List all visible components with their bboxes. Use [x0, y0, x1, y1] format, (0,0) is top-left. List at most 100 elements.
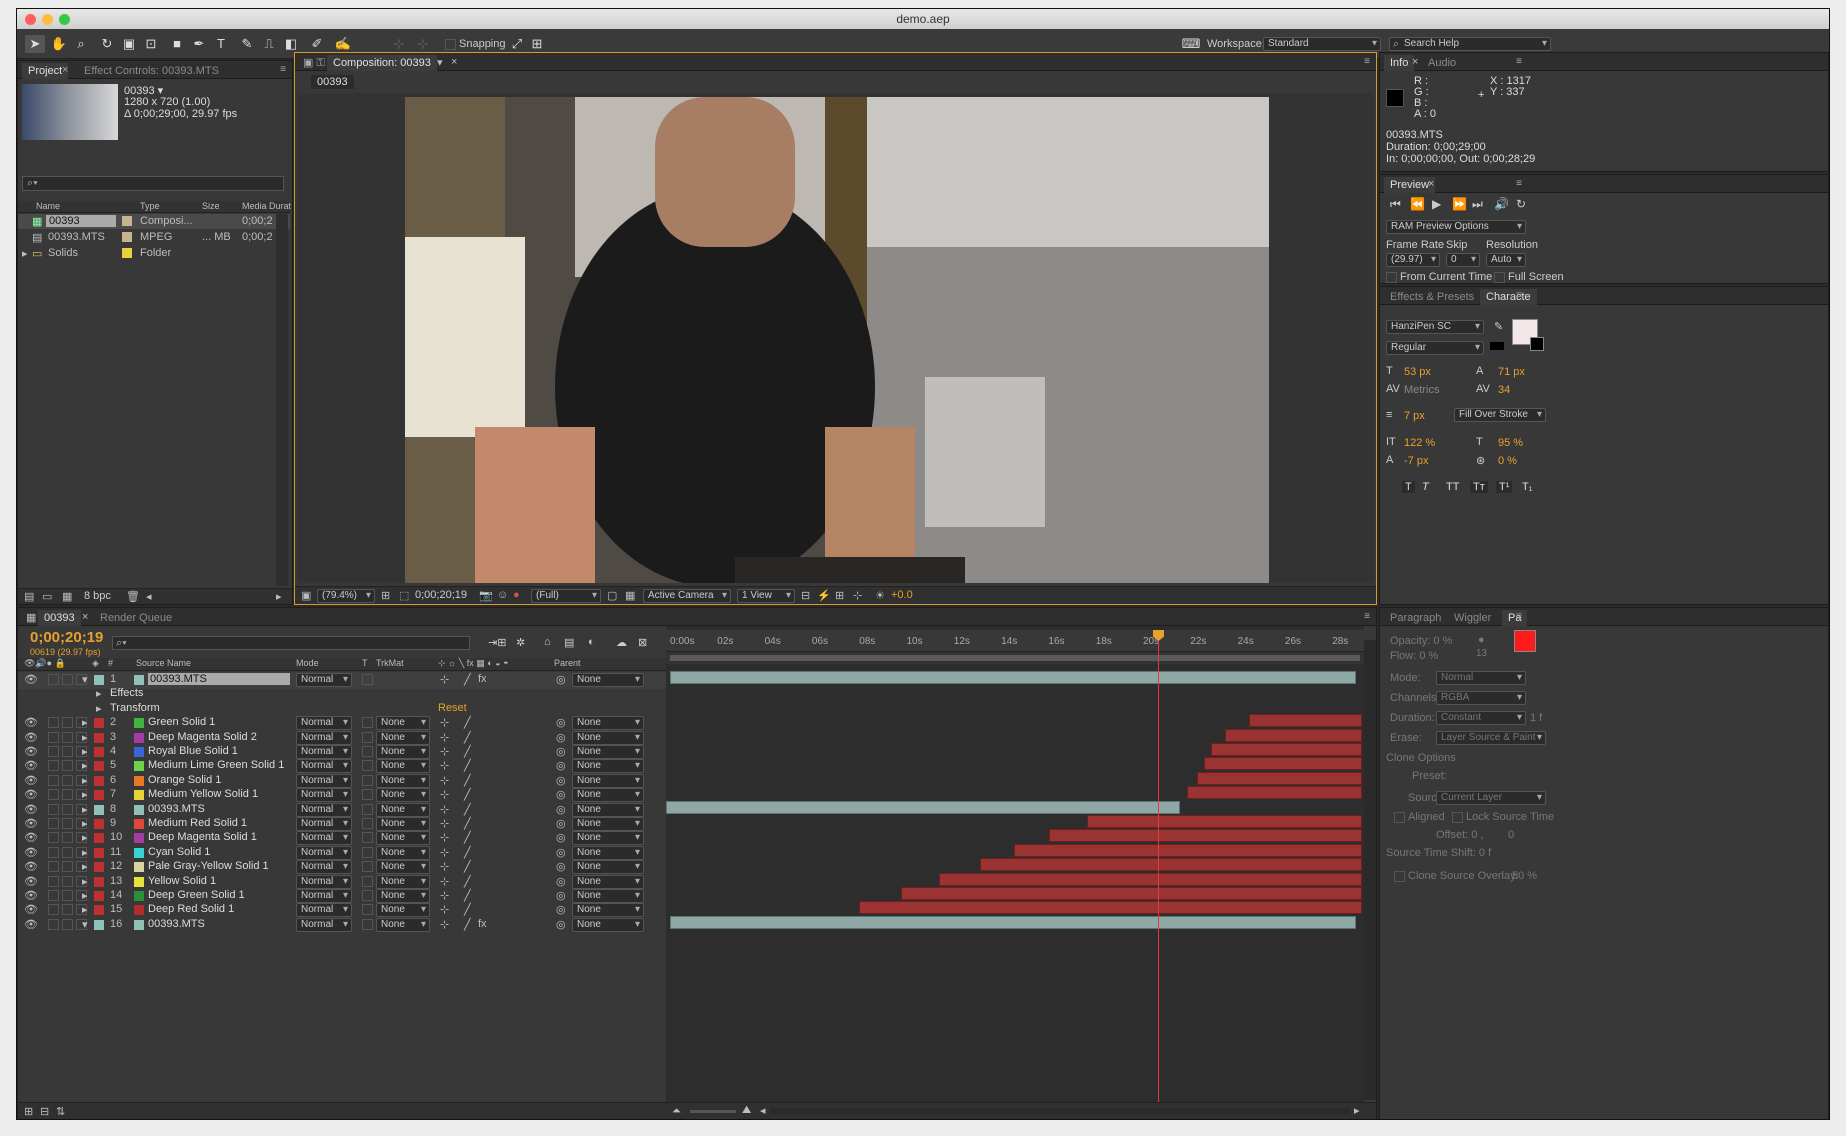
solo-toggle[interactable]: [62, 818, 73, 829]
visibility-eye-icon[interactable]: 👁: [24, 731, 38, 744]
solo-toggle[interactable]: [62, 746, 73, 757]
column-mode[interactable]: Mode: [296, 658, 319, 668]
local-axis-icon[interactable]: ⊹: [389, 35, 409, 53]
foreground-color-swatch[interactable]: [1514, 630, 1536, 652]
world-axis-icon[interactable]: ⊹: [413, 35, 433, 53]
visibility-eye-icon[interactable]: 👁: [24, 918, 38, 931]
transfer-controls-toggle-icon[interactable]: ⊟: [40, 1105, 49, 1118]
disclosure-triangle-icon[interactable]: ▸: [82, 903, 88, 916]
disclosure-triangle-icon[interactable]: ▸: [96, 687, 102, 700]
shy-switch-icon[interactable]: ⊹: [440, 889, 449, 902]
solo-toggle[interactable]: [62, 803, 73, 815]
solo-toggle[interactable]: [62, 918, 73, 930]
snapshot-icon[interactable]: 📷: [479, 589, 493, 602]
previous-frame-icon[interactable]: ⏪: [1410, 197, 1425, 211]
close-tab-icon[interactable]: ×: [1428, 178, 1434, 190]
roto-brush-tool-icon[interactable]: ✐: [307, 35, 327, 53]
draft-3d-icon[interactable]: ✲: [516, 636, 525, 649]
audio-toggle[interactable]: [48, 717, 59, 729]
comp-mini-flowchart-icon[interactable]: ⇥⊞: [488, 636, 506, 649]
trash-icon[interactable]: 🗑: [126, 590, 140, 603]
parent-pickwhip-icon[interactable]: ◎: [556, 745, 566, 758]
audio-toggle[interactable]: [48, 890, 59, 901]
layer-name[interactable]: Deep Magenta Solid 1: [148, 831, 257, 843]
preserve-transparency-toggle[interactable]: [362, 774, 373, 786]
blend-mode-select[interactable]: Normal: [296, 673, 352, 687]
timeline-icon[interactable]: ⊞: [835, 589, 844, 602]
in-out-toggle-icon[interactable]: ⇅: [56, 1105, 65, 1118]
disclosure-triangle-icon[interactable]: ▸: [82, 759, 88, 772]
disclosure-triangle-icon[interactable]: ▸: [82, 889, 88, 902]
parent-select[interactable]: None: [572, 759, 644, 774]
quality-switch-icon[interactable]: ╱: [464, 774, 471, 787]
label-color-swatch[interactable]: [94, 718, 104, 729]
scroll-left-icon[interactable]: ◂: [146, 590, 152, 603]
tab-wiggler[interactable]: Wiggler: [1448, 610, 1497, 626]
shy-switch-icon[interactable]: ⊹: [440, 745, 449, 758]
parent-select[interactable]: None: [572, 845, 644, 860]
layer-name[interactable]: Medium Red Solid 1: [148, 817, 247, 829]
duration-frames[interactable]: 1 f: [1530, 712, 1542, 724]
layer-name[interactable]: 00393.MTS: [148, 918, 205, 930]
full-screen-checkbox[interactable]: [1494, 272, 1505, 283]
visibility-eye-icon[interactable]: 👁: [24, 831, 38, 844]
panel-menu-icon[interactable]: ≡: [1516, 290, 1522, 301]
layer-duration-bar[interactable]: [670, 671, 1356, 684]
blend-mode-select[interactable]: Normal: [296, 860, 352, 875]
new-composition-icon[interactable]: ▦: [62, 590, 72, 603]
stroke-color-swatch[interactable]: [1530, 337, 1544, 351]
layer-duration-bar[interactable]: [1249, 714, 1362, 728]
blend-mode-select[interactable]: Normal: [296, 773, 352, 788]
horizontal-scale-value[interactable]: 95 %: [1498, 437, 1523, 449]
disclosure-triangle-icon[interactable]: ▸: [82, 774, 88, 787]
duration-select[interactable]: Constant: [1436, 711, 1526, 725]
layer-name[interactable]: Deep Red Solid 1: [148, 903, 234, 915]
clone-overlay-value[interactable]: 50 %: [1512, 870, 1537, 882]
label-color-swatch[interactable]: [94, 761, 104, 772]
parent-select[interactable]: None: [572, 903, 644, 918]
source-time-shift[interactable]: Source Time Shift: 0 f: [1386, 847, 1491, 859]
panel-menu-icon[interactable]: ≡: [1516, 178, 1522, 189]
parent-select[interactable]: None: [572, 673, 644, 687]
parent-pickwhip-icon[interactable]: ◎: [556, 817, 566, 830]
parent-select[interactable]: None: [572, 889, 644, 903]
parent-pickwhip-icon[interactable]: ◎: [556, 788, 566, 801]
parent-select[interactable]: None: [572, 802, 644, 817]
shy-switch-icon[interactable]: ⊹: [440, 759, 449, 772]
resolution-select[interactable]: (Full): [531, 589, 601, 603]
audio-toggle[interactable]: [48, 774, 59, 786]
project-scrollbar[interactable]: [276, 214, 288, 586]
superscript-button[interactable]: T¹: [1496, 481, 1513, 493]
audio-toggle[interactable]: [48, 803, 59, 815]
blend-mode-select[interactable]: Normal: [296, 874, 352, 889]
pen-tool-icon[interactable]: ✒: [189, 35, 209, 53]
audio-toggle[interactable]: [48, 904, 59, 916]
offset-y-value[interactable]: 0: [1508, 829, 1514, 841]
no-fill-icon[interactable]: [1490, 342, 1504, 350]
type-tool-icon[interactable]: T: [211, 35, 231, 53]
quality-switch-icon[interactable]: ╱: [464, 889, 471, 902]
zoom-slider[interactable]: [690, 1110, 736, 1113]
disclosure-triangle-icon[interactable]: ▸: [82, 803, 88, 816]
graph-editor-icon[interactable]: ⊠: [638, 636, 647, 649]
shy-switch-icon[interactable]: ⊹: [440, 846, 449, 859]
layer-duration-bar[interactable]: [1204, 757, 1362, 771]
parent-select[interactable]: None: [572, 874, 644, 889]
visibility-eye-icon[interactable]: 👁: [24, 759, 38, 772]
tab-timeline[interactable]: 00393: [38, 610, 81, 626]
small-caps-button[interactable]: Tт: [1470, 481, 1488, 493]
current-time-display[interactable]: 0;00;20;19: [30, 629, 103, 646]
track-matte-select[interactable]: None: [376, 917, 430, 932]
solo-toggle[interactable]: [62, 760, 73, 772]
audio-toggle[interactable]: [48, 818, 59, 829]
font-family-select[interactable]: HanziPen SC: [1386, 320, 1484, 334]
tab-effects-presets[interactable]: Effects & Presets: [1384, 289, 1480, 305]
audio-toggle[interactable]: [48, 832, 59, 844]
label-color-swatch[interactable]: [94, 790, 104, 801]
preserve-transparency-toggle[interactable]: [362, 846, 373, 858]
parent-pickwhip-icon[interactable]: ◎: [556, 731, 566, 744]
track-matte-select[interactable]: None: [376, 874, 430, 889]
visibility-eye-icon[interactable]: 👁: [24, 716, 38, 729]
layer-duration-bar[interactable]: [1086, 815, 1362, 828]
shy-switch-icon[interactable]: ⊹: [440, 788, 449, 801]
